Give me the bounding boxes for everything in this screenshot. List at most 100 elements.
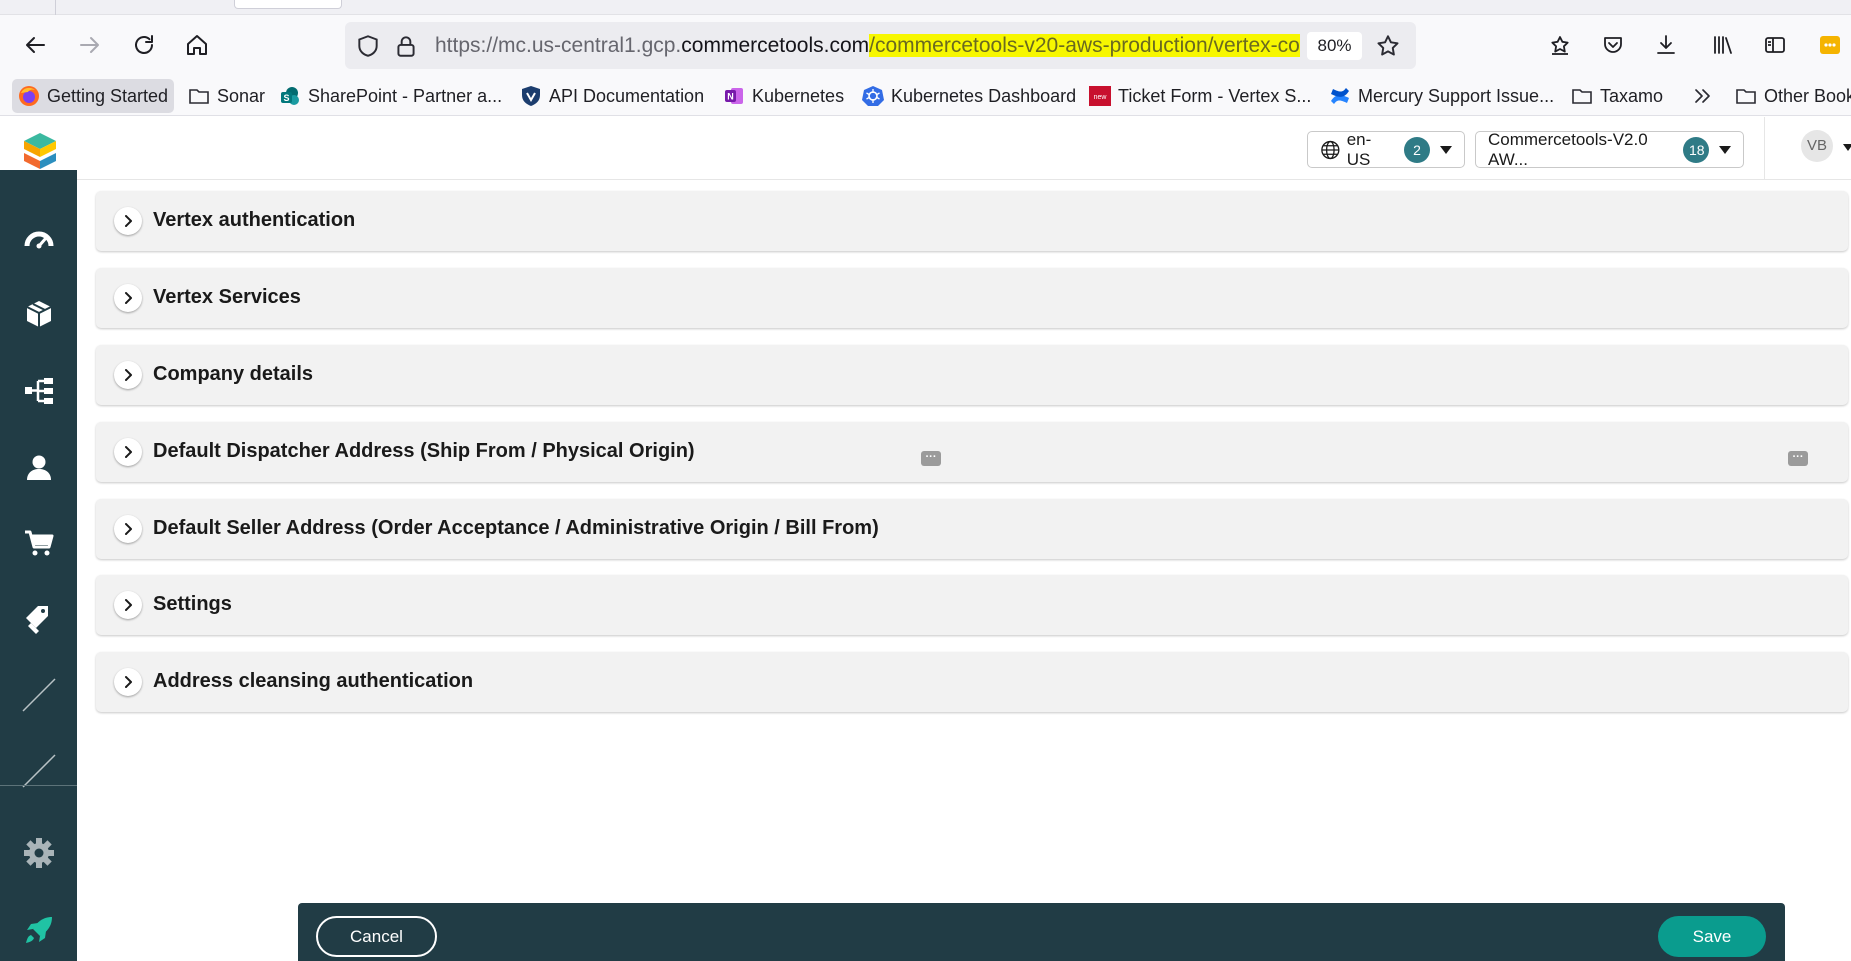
bookmark-label: API Documentation [549, 85, 705, 106]
customers-icon [26, 455, 51, 480]
svg-text:S: S [283, 93, 289, 103]
accordion-company-details[interactable]: Company details [96, 345, 1848, 405]
bookmark-label: Kubernetes [752, 85, 845, 106]
forward-icon[interactable] [72, 28, 106, 62]
orders-icon [24, 530, 53, 556]
more-options-icon[interactable]: ··· [921, 451, 941, 466]
locale-selector[interactable]: en-US 2 [1307, 130, 1465, 169]
sidebar-item-products[interactable] [0, 285, 77, 345]
bookmark-label: Getting Started [47, 85, 169, 106]
sidebar-item-customers[interactable] [0, 437, 77, 497]
kubernetes-icon [862, 85, 884, 107]
bookmark-sharepoint[interactable]: S SharePoint - Partner a... [279, 79, 502, 113]
more-options-icon[interactable]: ··· [1788, 451, 1808, 466]
accordion-vertex-services[interactable]: Vertex Services [96, 268, 1848, 328]
url-prefix: https://mc.us-central1.gcp. [435, 34, 682, 57]
sidebar-item-settings[interactable] [0, 823, 77, 883]
bookmark-mercury-support[interactable]: Mercury Support Issue... [1329, 79, 1554, 113]
custom-app-icon [21, 678, 56, 712]
bookmark-api-documentation[interactable]: API Documentation [520, 79, 704, 113]
chevron-right-icon[interactable] [114, 361, 142, 389]
tracking-shield-icon[interactable] [355, 33, 381, 59]
sidebar-toggle-icon[interactable] [1758, 28, 1792, 62]
sidebar-item-categories[interactable] [0, 361, 77, 421]
project-selector[interactable]: Commercetools-V2.0 AW... 18 [1475, 129, 1744, 169]
confluence-icon [1329, 85, 1351, 107]
bookmark-label: Mercury Support Issue... [1358, 85, 1555, 106]
bookmark-ticket-form[interactable]: new Ticket Form - Vertex S... [1089, 79, 1311, 113]
sidebar-item-custom-app-1[interactable] [0, 665, 77, 725]
save-button[interactable]: Save [1658, 916, 1766, 957]
bookmarks-overflow-chevron-icon[interactable] [1692, 79, 1714, 113]
accordion-settings[interactable]: Settings [96, 575, 1848, 635]
browser-tab-strip [0, 0, 1851, 15]
home-icon[interactable] [180, 28, 214, 62]
servicenow-icon: new [1089, 85, 1111, 107]
back-icon[interactable] [19, 28, 53, 62]
chevron-right-icon[interactable] [114, 284, 142, 312]
commercetools-logo[interactable] [22, 131, 58, 171]
accordion-default-dispatcher-address[interactable]: Default Dispatcher Address (Ship From / … [96, 422, 1848, 482]
reload-icon[interactable] [127, 28, 161, 62]
browser-tab-active[interactable] [234, 0, 342, 9]
bookmark-kubernetes[interactable]: N Kubernetes [723, 79, 844, 113]
bookmark-other-bookmarks[interactable]: Other Book [1735, 79, 1851, 113]
cancel-button[interactable]: Cancel [316, 916, 437, 957]
discounts-icon [25, 606, 48, 634]
extension-icon[interactable] [1813, 28, 1847, 62]
categories-icon [24, 378, 53, 404]
folder-icon [1735, 85, 1757, 107]
sidebar-item-custom-app-2[interactable] [0, 741, 77, 801]
url-domain: commercetools.com [681, 34, 870, 57]
section-title: Company details [153, 363, 314, 385]
bookmark-label: Other Book [1764, 85, 1851, 106]
sidebar-item-dashboard[interactable] [0, 209, 77, 269]
library-icon[interactable] [1706, 28, 1740, 62]
lock-icon[interactable] [393, 33, 419, 59]
zoom-level[interactable]: 80% [1307, 32, 1362, 60]
bookmark-taxamo[interactable]: Taxamo [1571, 79, 1663, 113]
chevron-right-icon[interactable] [114, 207, 142, 235]
sidebar-item-orders[interactable] [0, 513, 77, 573]
folder-icon [188, 85, 210, 107]
sidebar-item-discounts[interactable] [0, 589, 77, 649]
svg-text:new: new [1094, 94, 1108, 101]
accordion-address-cleansing-authentication[interactable]: Address cleansing authentication [96, 652, 1848, 712]
url-text[interactable]: https://mc.us-central1.gcp.commercetools… [435, 33, 1375, 59]
svg-text:N: N [727, 92, 734, 102]
bookmark-star-icon[interactable] [1375, 33, 1401, 59]
chevron-right-icon[interactable] [114, 515, 142, 543]
tab-divider [55, 0, 56, 15]
bookmark-kubernetes-dashboard[interactable]: Kubernetes Dashboard [862, 79, 1076, 113]
accordion-default-seller-address[interactable]: Default Seller Address (Order Acceptance… [96, 499, 1848, 559]
pocket-icon[interactable] [1596, 28, 1630, 62]
sidebar-divider [0, 785, 77, 786]
chevron-down-icon [1440, 145, 1452, 154]
browser-navigation-bar: https://mc.us-central1.gcp.commercetools… [0, 15, 1851, 76]
accordion-vertex-authentication[interactable]: Vertex authentication [96, 191, 1848, 251]
globe-icon [1321, 140, 1340, 159]
onenote-icon: N [723, 85, 745, 107]
sidebar-item-rocket[interactable] [0, 900, 77, 960]
collections-star-icon[interactable] [1543, 28, 1577, 62]
rocket-icon [25, 917, 52, 943]
settings-icon [23, 838, 54, 868]
bookmark-sonar[interactable]: Sonar [188, 79, 265, 113]
section-title: Vertex Services [153, 286, 301, 308]
project-label: Commercetools-V2.0 AW... [1488, 129, 1648, 169]
bookmark-getting-started[interactable]: Getting Started [12, 79, 175, 113]
firefox-icon [18, 85, 40, 107]
downloads-icon[interactable] [1649, 28, 1683, 62]
custom-app-icon [21, 754, 56, 788]
bookmarks-toolbar: Getting Started Sonar S SharePoint - Par… [0, 76, 1851, 116]
bookmark-label: Taxamo [1600, 85, 1664, 106]
chevron-right-icon[interactable] [114, 438, 142, 466]
address-bar[interactable]: https://mc.us-central1.gcp.commercetools… [345, 22, 1416, 69]
user-menu-chevron-icon[interactable] [1843, 144, 1851, 151]
url-path-highlighted: /commercetools-v20-aws-production/vertex… [869, 34, 1300, 57]
avatar[interactable]: VB [1801, 130, 1833, 162]
chevron-right-icon[interactable] [114, 668, 142, 696]
chevron-right-icon[interactable] [114, 591, 142, 619]
shield-icon [520, 85, 542, 107]
products-icon [26, 301, 51, 327]
